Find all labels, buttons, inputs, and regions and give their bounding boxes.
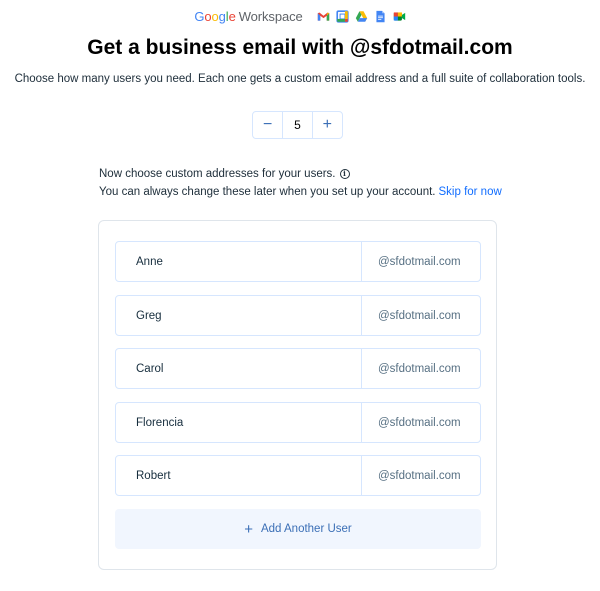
docs-icon bbox=[376, 10, 385, 22]
user-addresses-card: Anne @sfdotmail.com Greg @sfdotmail.com … bbox=[98, 220, 497, 570]
user-count-stepper: − 5 + bbox=[252, 111, 343, 139]
username-input[interactable]: Greg bbox=[116, 296, 361, 335]
calendar-icon bbox=[336, 9, 349, 23]
google-letter: e bbox=[228, 8, 236, 24]
google-letter: o bbox=[211, 8, 219, 24]
instructions-line-1: Now choose custom addresses for your use… bbox=[99, 165, 502, 183]
google-letter: o bbox=[204, 8, 212, 24]
plus-icon: + bbox=[244, 520, 253, 538]
domain-suffix: @sfdotmail.com bbox=[361, 349, 480, 388]
meet-icon bbox=[393, 11, 405, 21]
decrement-button[interactable]: − bbox=[253, 112, 282, 138]
add-user-label: Add Another User bbox=[260, 523, 352, 535]
domain-suffix: @sfdotmail.com bbox=[361, 456, 480, 495]
change-later-text: You can always change these later when y… bbox=[99, 186, 436, 198]
workspace-wordmark: Workspace bbox=[238, 8, 303, 24]
workspace-app-icons bbox=[317, 9, 406, 23]
user-row: Greg @sfdotmail.com bbox=[115, 295, 481, 336]
user-row: Florencia @sfdotmail.com bbox=[115, 402, 481, 443]
username-input[interactable]: Florencia bbox=[116, 403, 361, 442]
address-instructions: Now choose custom addresses for your use… bbox=[99, 165, 502, 201]
instructions-text: Now choose custom addresses for your use… bbox=[99, 168, 336, 180]
gmail-icon bbox=[317, 11, 329, 21]
domain-suffix: @sfdotmail.com bbox=[361, 296, 480, 335]
username-input[interactable]: Carol bbox=[116, 349, 361, 388]
username-input[interactable]: Anne bbox=[116, 242, 361, 281]
domain-suffix: @sfdotmail.com bbox=[361, 242, 480, 281]
user-row: Robert @sfdotmail.com bbox=[115, 455, 481, 496]
page-title: Get a business email with @sfdotmail.com bbox=[87, 36, 513, 59]
user-count-value[interactable]: 5 bbox=[282, 112, 313, 138]
username-input[interactable]: Robert bbox=[116, 456, 361, 495]
google-workspace-brand: Google Workspace bbox=[0, 8, 600, 24]
google-letter: G bbox=[194, 8, 205, 24]
instructions-line-2: You can always change these later when y… bbox=[99, 183, 502, 201]
increment-button[interactable]: + bbox=[313, 112, 342, 138]
add-another-user-button[interactable]: + Add Another User bbox=[115, 509, 481, 549]
google-wordmark: Google bbox=[194, 9, 235, 24]
domain-suffix: @sfdotmail.com bbox=[361, 403, 480, 442]
user-row: Anne @sfdotmail.com bbox=[115, 241, 481, 282]
page-subtitle: Choose how many users you need. Each one… bbox=[14, 73, 586, 85]
info-icon[interactable]: i bbox=[339, 169, 350, 179]
google-workspace-logo: Google Workspace bbox=[194, 9, 302, 24]
drive-icon bbox=[355, 10, 367, 22]
user-row: Carol @sfdotmail.com bbox=[115, 348, 481, 389]
skip-for-now-link[interactable]: Skip for now bbox=[439, 183, 502, 201]
google-letter: g bbox=[218, 8, 226, 24]
